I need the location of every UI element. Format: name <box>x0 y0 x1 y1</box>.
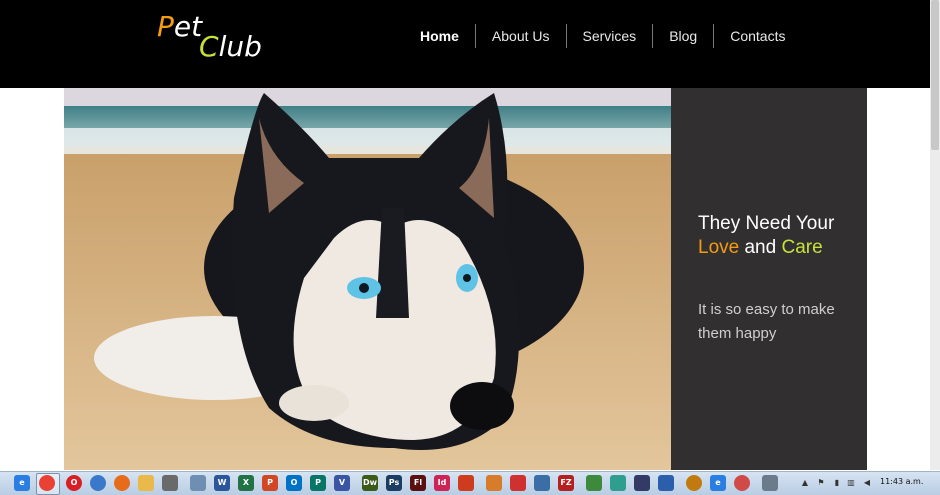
ie-icon-2[interactable]: e <box>710 475 726 491</box>
logo-c-letter: C <box>199 30 219 63</box>
hero-title-part2: and <box>739 237 782 258</box>
app-icon-6[interactable] <box>610 475 626 491</box>
app-icon-2[interactable] <box>486 475 502 491</box>
nav-home[interactable]: Home <box>404 24 475 48</box>
notepad-icon[interactable] <box>190 475 206 491</box>
husky-illustration <box>64 88 671 470</box>
dreamweaver-icon[interactable]: Dw <box>362 475 378 491</box>
site-header: Pet Club Home About Us Services Blog Con… <box>0 0 930 88</box>
logo-p-letter: P <box>157 10 174 43</box>
page-scrollbar[interactable] <box>930 0 940 470</box>
indesign-icon[interactable]: Id <box>434 475 450 491</box>
nav-about-us[interactable]: About Us <box>474 24 566 48</box>
app-icon-5[interactable] <box>586 475 602 491</box>
flash-icon[interactable]: Fl <box>410 475 426 491</box>
app-icon-11[interactable] <box>762 475 778 491</box>
battery-icon[interactable]: ▮ <box>832 475 842 491</box>
opera-icon[interactable]: O <box>66 475 82 491</box>
nav-services[interactable]: Services <box>565 24 653 48</box>
app-icon-7[interactable] <box>634 475 650 491</box>
app-icon-10[interactable] <box>734 475 750 491</box>
flag-icon[interactable]: ⚑ <box>816 475 826 491</box>
outlook-icon[interactable]: O <box>286 475 302 491</box>
show-hidden-icons-chevron[interactable]: ▲ <box>800 475 810 491</box>
logo-et-letters: et <box>173 10 203 43</box>
powerpoint-icon[interactable]: P <box>262 475 278 491</box>
nav-contacts[interactable]: Contacts <box>713 24 801 48</box>
network-icon[interactable]: ▥ <box>846 475 856 491</box>
hero-title-care: Care <box>781 237 823 258</box>
publisher-icon[interactable]: P <box>310 475 326 491</box>
acrobat-icon[interactable] <box>458 475 474 491</box>
photoshop-icon[interactable]: Ps <box>386 475 402 491</box>
hero-title-love: Love <box>698 237 740 258</box>
chrome-icon[interactable] <box>39 475 55 491</box>
os-taskbar: e O W X P O P V Dw Ps Fl Id FZ e ▲ ⚑ ▮ ▥… <box>0 471 940 495</box>
excel-icon[interactable]: X <box>238 475 254 491</box>
hero-title-part1: They Need Your <box>698 213 835 234</box>
logo-pet: Pet <box>157 10 202 43</box>
app-icon-9[interactable] <box>686 475 702 491</box>
hero-dog-photo <box>64 88 671 470</box>
volume-icon[interactable]: ◀ <box>862 475 872 491</box>
folder-icon[interactable] <box>138 475 154 491</box>
taskbar-clock[interactable]: 11:43 a.m. <box>880 477 923 486</box>
hero-text-panel: They Need Your Love and Care It is so ea… <box>671 88 867 470</box>
logo-lub-letters: lub <box>218 30 262 63</box>
main-nav: Home About Us Services Blog Contacts <box>404 24 801 48</box>
hero-title: They Need Your Love and Care <box>698 212 858 260</box>
visio-icon[interactable]: V <box>334 475 350 491</box>
scrollbar-thumb[interactable] <box>931 0 939 150</box>
globe-icon[interactable] <box>90 475 106 491</box>
ie-icon[interactable]: e <box>14 475 30 491</box>
hero-subtitle: It is so easy to make them happy <box>698 301 835 342</box>
app-icon-3[interactable] <box>510 475 526 491</box>
app-icon-4[interactable] <box>534 475 550 491</box>
app-icon[interactable] <box>162 475 178 491</box>
firefox-icon[interactable] <box>114 475 130 491</box>
nav-blog[interactable]: Blog <box>652 24 713 48</box>
app-icon-8[interactable] <box>658 475 674 491</box>
word-icon[interactable]: W <box>214 475 230 491</box>
site-logo[interactable]: Pet Club <box>157 8 262 64</box>
filezilla-icon[interactable]: FZ <box>558 475 574 491</box>
logo-club: Club <box>199 30 262 63</box>
